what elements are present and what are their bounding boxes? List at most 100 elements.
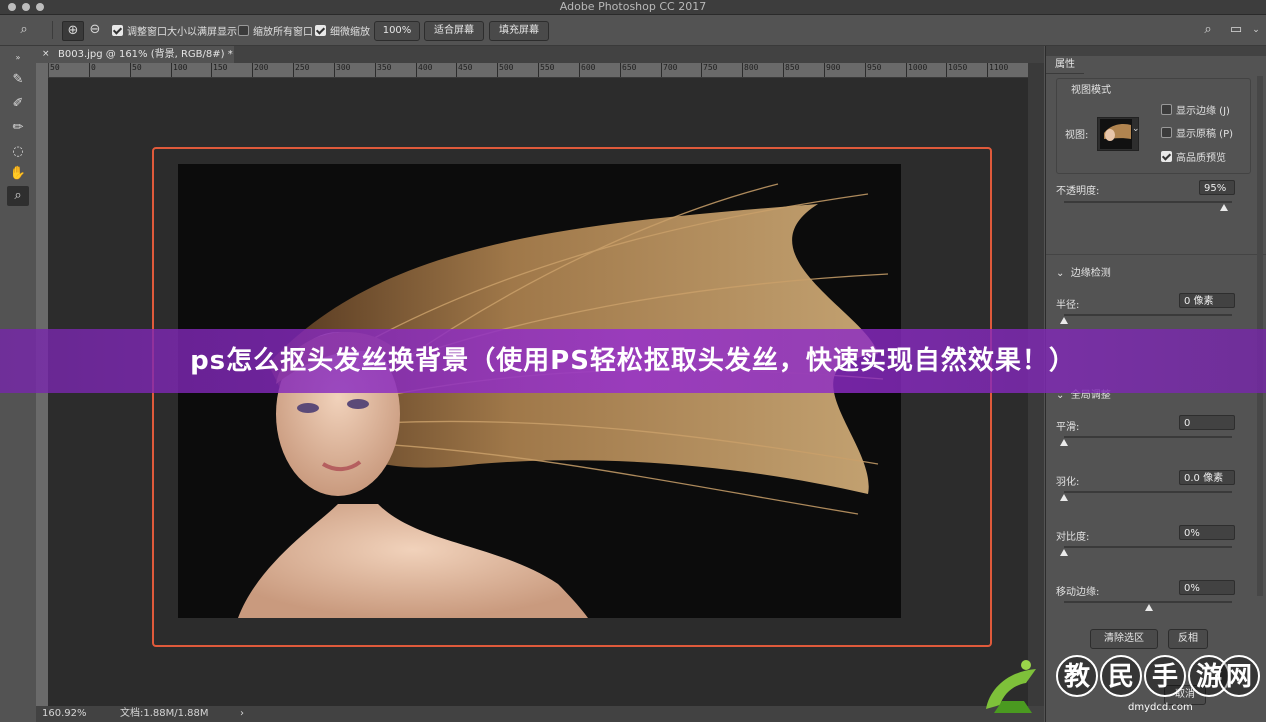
zoom-level[interactable]: 160.92%	[42, 706, 87, 722]
zoom-value-field[interactable]: 100%	[374, 21, 420, 41]
contrast-input[interactable]: 0%	[1179, 525, 1235, 540]
collapse-icon[interactable]: »	[7, 48, 29, 68]
watermark-char: 网	[1218, 655, 1260, 697]
checkbox-checked-icon	[315, 24, 326, 36]
title-banner: ps怎么抠头发丝换背景（使用PS轻松抠取头发丝，快速实现自然效果！）	[0, 329, 1266, 393]
ruler-tick-label: 350	[377, 63, 392, 72]
ruler-tick-label: 500	[499, 63, 514, 72]
clear-selection-button[interactable]: 清除选区	[1090, 629, 1158, 649]
shift-edge-slider-thumb[interactable]	[1145, 604, 1153, 611]
edge-detection-header[interactable]: ⌄ 边缘检测	[1056, 264, 1111, 279]
window-title: Adobe Photoshop CC 2017	[559, 0, 707, 13]
smooth-label: 平滑:	[1056, 422, 1080, 433]
zoom-out-icon[interactable]: ⊖	[85, 21, 105, 39]
highlight-frame	[152, 147, 992, 647]
lasso-icon[interactable]: ◌	[7, 142, 29, 162]
radius-slider-track[interactable]	[1064, 314, 1232, 316]
workspace-icon[interactable]: ▭	[1226, 21, 1246, 39]
opacity-slider-track[interactable]	[1064, 201, 1232, 203]
smooth-slider-track[interactable]	[1064, 436, 1232, 438]
high-quality-checkbox[interactable]: 高品质预览	[1161, 150, 1226, 164]
ruler-tick-label: 150	[213, 63, 228, 72]
radius-input[interactable]: 0 像素	[1179, 293, 1235, 308]
ruler-tick-label: 950	[867, 63, 882, 72]
feather-slider-track[interactable]	[1064, 491, 1232, 493]
quick-selection-icon[interactable]: ✎	[7, 70, 29, 90]
zoom-all-windows-checkbox[interactable]: 缩放所有窗口	[238, 24, 313, 38]
ruler-tick-mark	[742, 63, 743, 77]
ruler-tick-mark	[865, 63, 866, 77]
fit-screen-button[interactable]: 适合屏幕	[424, 21, 484, 41]
view-thumbnail[interactable]: ⌄	[1097, 117, 1140, 151]
ruler-tick-label: 200	[254, 63, 269, 72]
fit-window-checkbox[interactable]: 调整窗口大小以满屏显示	[112, 24, 237, 38]
ruler-tick-label: 550	[540, 63, 555, 72]
close-tab-icon[interactable]: ×	[42, 46, 50, 63]
watermark-char: 手	[1144, 655, 1186, 697]
banner-text: ps怎么抠头发丝换背景（使用PS轻松抠取头发丝，快速实现自然效果！）	[190, 346, 1076, 376]
zoom-tool-preset-icon[interactable]: ⌕	[14, 21, 34, 39]
ruler-tick-mark	[661, 63, 662, 77]
ruler-tick-mark	[416, 63, 417, 77]
smooth-input[interactable]: 0	[1179, 415, 1235, 430]
brush-icon[interactable]: ✏	[7, 118, 29, 138]
ruler-tick-label: 600	[581, 63, 596, 72]
panel-header	[1046, 46, 1266, 56]
horizontal-ruler: 50 0 50 100 150 200 250 300 350 400 450 500 550 600 65…	[48, 63, 1028, 78]
ruler-tick-mark	[252, 63, 253, 77]
opacity-input[interactable]: 95%	[1199, 180, 1235, 195]
view-label: 视图:	[1065, 130, 1089, 141]
view-mode-title: 视图模式	[1071, 85, 1111, 96]
ruler-tick-label: 100	[173, 63, 188, 72]
ruler-tick-mark	[538, 63, 539, 77]
properties-tab[interactable]: 属性	[1046, 56, 1084, 74]
contrast-label: 对比度:	[1056, 532, 1090, 543]
document-tab-bar: × B003.jpg @ 161% (背景, RGB/8#) *	[36, 46, 1044, 63]
smooth-slider-thumb[interactable]	[1060, 439, 1068, 446]
contrast-slider-track[interactable]	[1064, 546, 1232, 548]
shift-edge-slider-track[interactable]	[1064, 601, 1232, 603]
radius-slider-thumb[interactable]	[1060, 317, 1068, 324]
fill-screen-button[interactable]: 填充屏幕	[489, 21, 549, 41]
status-bar: 160.92% 文档:1.88M/1.88M ›	[36, 706, 1044, 722]
invert-button[interactable]: 反相	[1168, 629, 1208, 649]
feather-slider-thumb[interactable]	[1060, 494, 1068, 501]
ruler-tick-mark	[456, 63, 457, 77]
ruler-tick-label: 850	[785, 63, 800, 72]
ruler-tick-label: 400	[418, 63, 433, 72]
checkbox-checked-icon	[1161, 150, 1172, 162]
ruler-tick-label: 50	[132, 63, 142, 72]
zoom-in-icon[interactable]: ⊕	[62, 21, 84, 41]
ruler-tick-mark	[497, 63, 498, 77]
checkbox-empty-icon	[1161, 126, 1172, 138]
show-edge-checkbox[interactable]: 显示边缘 (J)	[1161, 103, 1230, 117]
ruler-tick-mark	[171, 63, 172, 77]
ruler-tick-mark	[293, 63, 294, 77]
ruler-tick-label: 700	[663, 63, 678, 72]
scrubby-zoom-checkbox[interactable]: 细微缩放	[315, 24, 370, 38]
document-tab[interactable]: × B003.jpg @ 161% (背景, RGB/8#) *	[36, 46, 234, 63]
refine-edge-brush-icon[interactable]: ✐	[7, 94, 29, 114]
show-original-checkbox[interactable]: 显示原稿 (P)	[1161, 126, 1233, 140]
ruler-tick-mark	[824, 63, 825, 77]
thumbnail-image	[1100, 119, 1132, 149]
opacity-slider-thumb[interactable]	[1220, 204, 1228, 211]
hand-icon[interactable]: ✋	[7, 164, 29, 184]
chevron-down-icon: ⌄	[1056, 268, 1065, 279]
ruler-tick-label: 0	[91, 63, 96, 72]
watermark-char: 民	[1100, 655, 1142, 697]
shift-edge-input[interactable]: 0%	[1179, 580, 1235, 595]
feather-input[interactable]: 0.0 像素	[1179, 470, 1235, 485]
status-menu-icon[interactable]: ›	[240, 706, 244, 722]
watermark-char: 教	[1056, 655, 1098, 697]
checkbox-empty-icon	[238, 24, 249, 36]
opacity-label: 不透明度:	[1056, 186, 1100, 197]
chevron-down-icon[interactable]: ⌄	[1132, 124, 1140, 134]
chevron-down-icon[interactable]: ⌄	[1246, 21, 1266, 39]
ruler-tick-mark	[130, 63, 131, 77]
zoom-tool-icon[interactable]: ⌕	[7, 186, 29, 206]
ruler-tick-mark	[701, 63, 702, 77]
watermark-url: dmydcd.com	[1128, 702, 1193, 713]
search-icon[interactable]: ⌕	[1198, 21, 1218, 39]
contrast-slider-thumb[interactable]	[1060, 549, 1068, 556]
